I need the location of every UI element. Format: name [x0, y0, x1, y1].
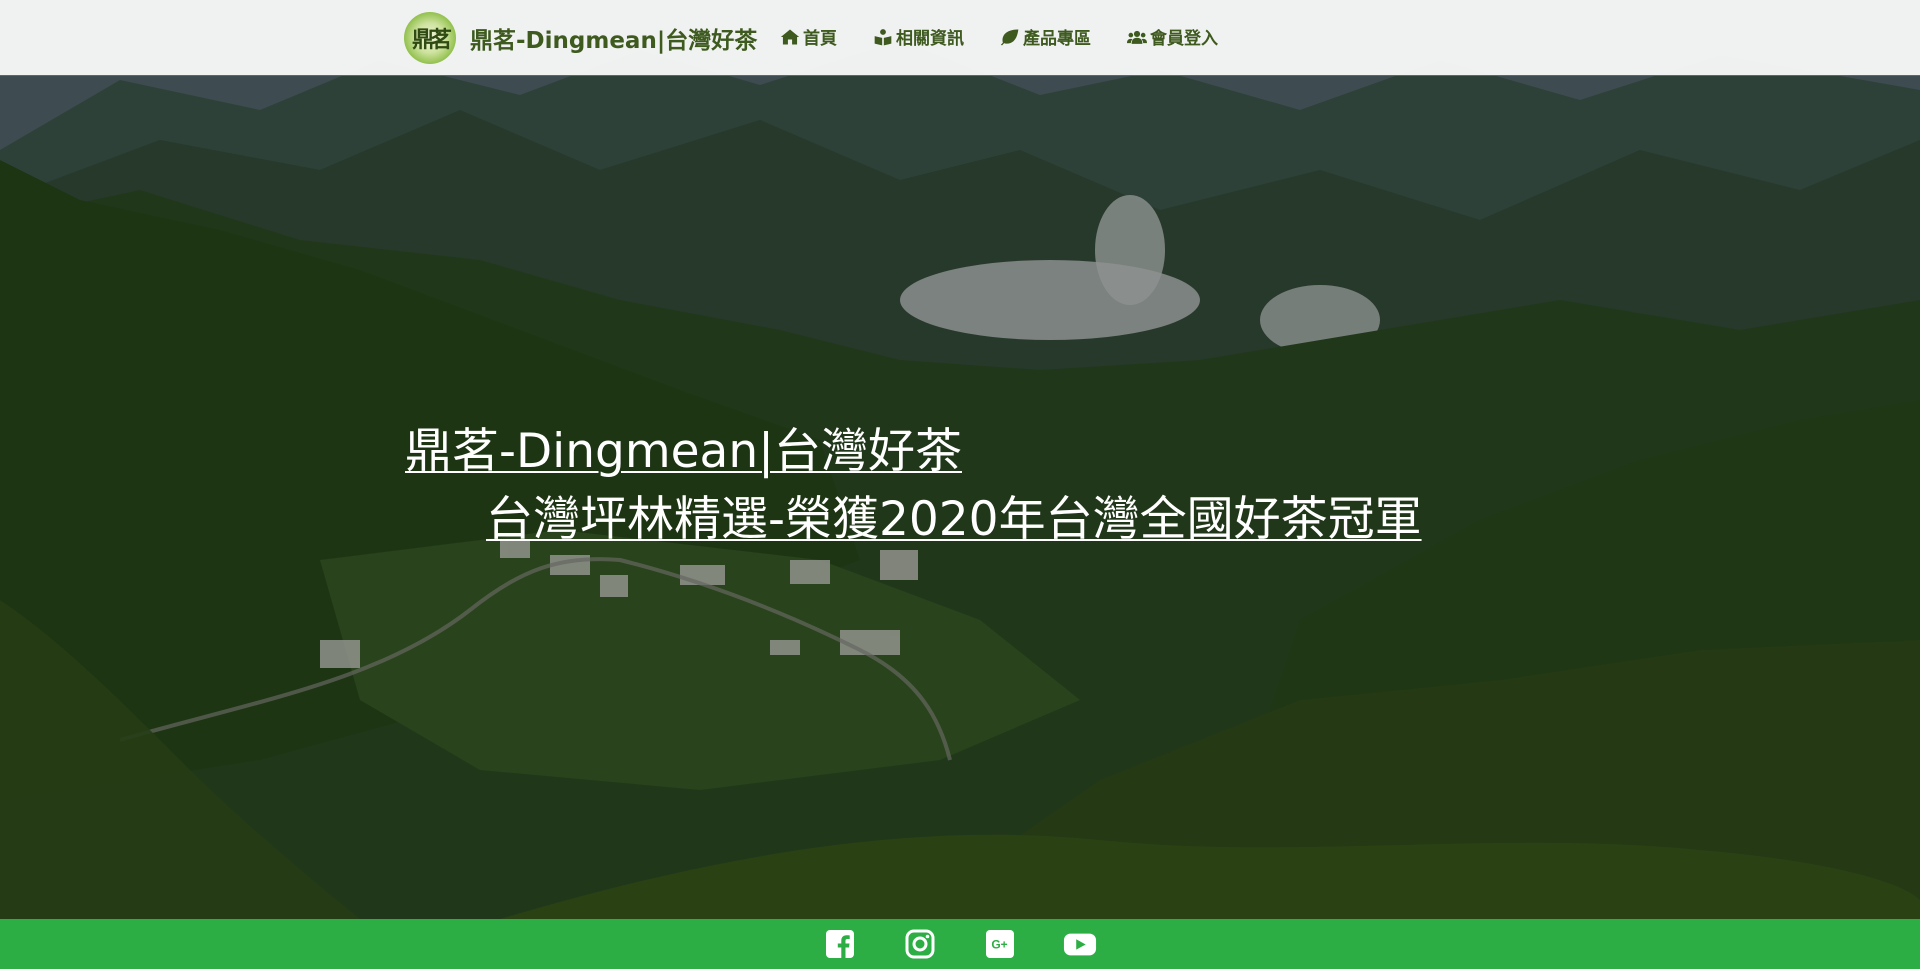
nav-item-products[interactable]: 產品專區 [1000, 24, 1091, 49]
nav-item-label: 相關資訊 [896, 29, 964, 49]
brand-link[interactable]: 鼎茗 鼎茗-Dingmean|台灣好茶 [404, 12, 757, 64]
facebook-icon [826, 930, 854, 958]
logo-text: 鼎茗 [411, 27, 452, 53]
nav-item-home[interactable]: 首頁 [780, 24, 837, 49]
leaf-icon [1000, 29, 1019, 45]
footer-bar: G+ [0, 919, 1920, 969]
hero-title[interactable]: 鼎茗-Dingmean|台灣好茶 [405, 412, 962, 481]
google-plus-icon: G+ [986, 930, 1014, 958]
svg-text:G+: G+ [991, 938, 1007, 952]
facebook-link[interactable] [823, 927, 857, 961]
instagram-link[interactable] [903, 927, 937, 961]
users-icon [1127, 30, 1147, 44]
instagram-icon [905, 929, 935, 959]
nav-item-label: 首頁 [803, 29, 837, 49]
main-nav: 首頁 相關資訊 產品專區 會員登入 [780, 24, 1254, 49]
top-navbar: 鼎茗 鼎茗-Dingmean|台灣好茶 首頁 相關資訊 產品專區 會員登入 [0, 0, 1920, 76]
social-links: G+ [800, 927, 1120, 961]
book-reader-icon [874, 28, 892, 45]
brand-logo: 鼎茗 [404, 12, 456, 64]
google-plus-link[interactable]: G+ [983, 927, 1017, 961]
nav-item-info[interactable]: 相關資訊 [873, 24, 964, 49]
hero-subtitle[interactable]: 台灣坪林精選-榮獲2020年台灣全國好茶冠軍 [486, 480, 1422, 549]
youtube-link[interactable] [1063, 927, 1097, 961]
nav-item-label: 產品專區 [1023, 29, 1091, 49]
youtube-icon [1063, 933, 1097, 956]
brand-name: 鼎茗-Dingmean|台灣好茶 [470, 28, 758, 54]
nav-item-member-login[interactable]: 會員登入 [1127, 24, 1218, 49]
home-icon [780, 29, 800, 44]
nav-item-label: 會員登入 [1150, 29, 1218, 49]
